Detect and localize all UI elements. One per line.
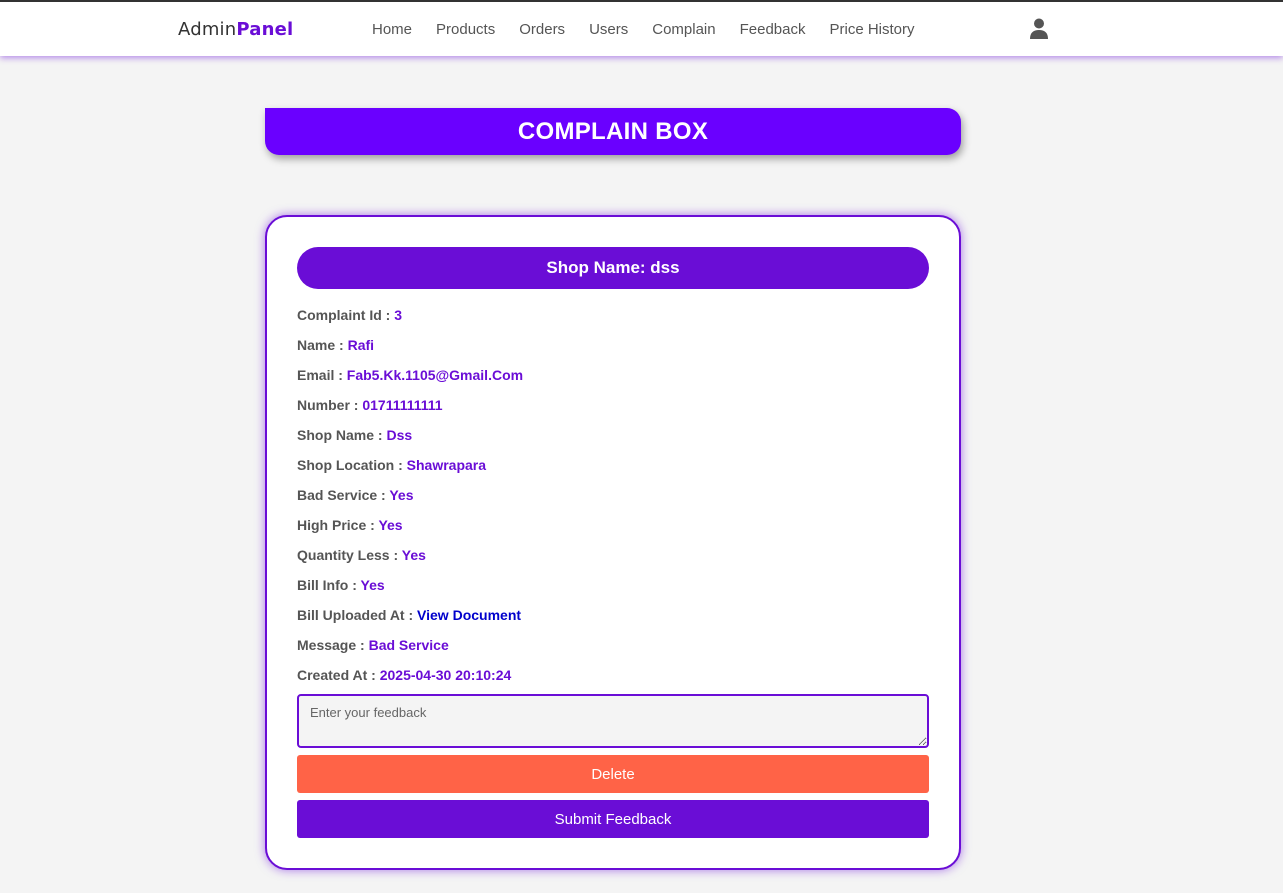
field-label: High Price : — [297, 517, 379, 533]
brand-logo[interactable]: AdminPanel — [178, 19, 293, 40]
field-high-price: High Price : Yes — [297, 514, 929, 544]
field-label: Created At : — [297, 667, 380, 683]
page-title-banner: COMPLAIN BOX — [265, 108, 961, 155]
field-value: Rafi — [347, 337, 375, 353]
view-document-link[interactable]: View Document — [417, 607, 521, 623]
field-name: Name : Rafi — [297, 334, 929, 364]
brand-text-panel: Panel — [236, 19, 294, 40]
brand-text-admin: Admin — [178, 19, 237, 40]
field-email: Email : Fab5.Kk.1105@Gmail.Com — [297, 364, 929, 394]
nav-item-feedback[interactable]: Feedback — [740, 21, 806, 38]
feedback-input[interactable] — [297, 694, 929, 748]
delete-button[interactable]: Delete — [297, 755, 929, 793]
field-value: 2025-04-30 20:10:24 — [379, 667, 512, 683]
nav-item-products[interactable]: Products — [436, 21, 495, 38]
field-number: Number : 01711111111 — [297, 394, 929, 424]
field-bill-uploaded-at: Bill Uploaded At : View Document — [297, 604, 929, 634]
field-label: Quantity Less : — [297, 547, 402, 563]
complaint-card: Shop Name: dss Complaint Id : 3 Name : R… — [265, 215, 961, 870]
field-value: Fab5.Kk.1105@Gmail.Com — [346, 367, 524, 383]
field-label: Complaint Id : — [297, 307, 395, 323]
field-value: Yes — [378, 517, 403, 533]
nav-item-orders[interactable]: Orders — [519, 21, 565, 38]
field-label: Shop Name : — [297, 427, 387, 443]
field-shop-location: Shop Location : Shawrapara — [297, 454, 929, 484]
field-value: 3 — [394, 307, 403, 323]
field-value: 01711111111 — [362, 397, 443, 413]
complaint-details: Complaint Id : 3 Name : Rafi Email : Fab… — [297, 304, 929, 694]
field-bad-service: Bad Service : Yes — [297, 484, 929, 514]
field-value: Dss — [386, 427, 413, 443]
field-value: Bad Service — [368, 637, 449, 653]
field-bill-info: Bill Info : Yes — [297, 574, 929, 604]
page-title: COMPLAIN BOX — [517, 117, 709, 145]
field-message: Message : Bad Service — [297, 634, 929, 664]
field-value: Yes — [360, 577, 385, 593]
top-navbar: AdminPanel Home Products Orders Users Co… — [0, 0, 1283, 56]
field-label: Message : — [297, 637, 369, 653]
field-label: Name : — [297, 337, 348, 353]
nav-item-home[interactable]: Home — [372, 21, 412, 38]
field-value: Shawrapara — [406, 457, 487, 473]
nav-item-complain[interactable]: Complain — [652, 21, 715, 38]
field-shop-name: Shop Name : Dss — [297, 424, 929, 454]
user-icon[interactable] — [1030, 18, 1048, 40]
nav-item-users[interactable]: Users — [589, 21, 628, 38]
field-label: Bill Info : — [297, 577, 361, 593]
field-value: Yes — [401, 547, 426, 563]
field-created-at: Created At : 2025-04-30 20:10:24 — [297, 664, 929, 694]
field-label: Bill Uploaded At : — [297, 607, 418, 623]
shop-name-header: Shop Name: dss — [297, 247, 929, 289]
field-complaint-id: Complaint Id : 3 — [297, 304, 929, 334]
field-label: Email : — [297, 367, 347, 383]
field-label: Number : — [297, 397, 363, 413]
submit-feedback-button[interactable]: Submit Feedback — [297, 800, 929, 838]
field-quantity-less: Quantity Less : Yes — [297, 544, 929, 574]
nav-item-price-history[interactable]: Price History — [829, 21, 914, 38]
field-label: Shop Location : — [297, 457, 407, 473]
field-label: Bad Service : — [297, 487, 390, 503]
field-value: Yes — [389, 487, 414, 503]
main-nav: Home Products Orders Users Complain Feed… — [372, 21, 915, 38]
